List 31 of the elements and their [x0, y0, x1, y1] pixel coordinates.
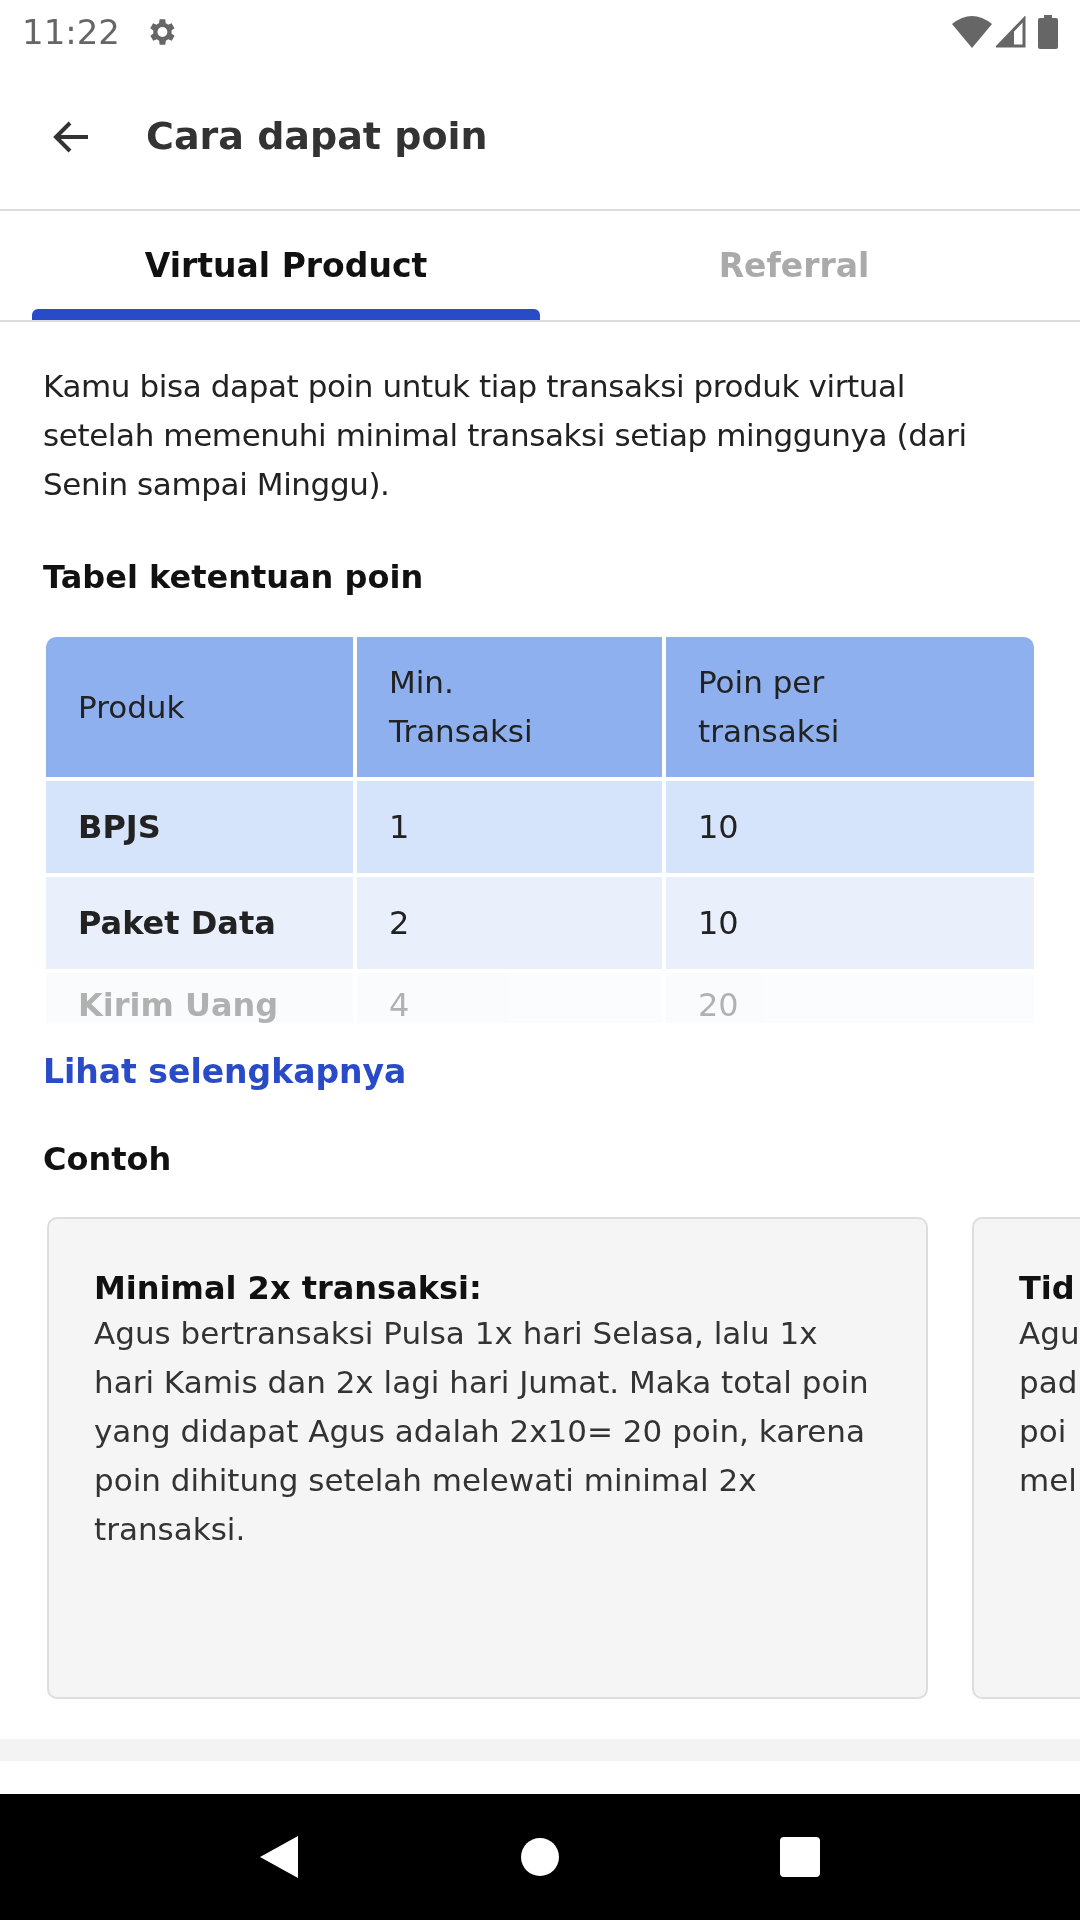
signal-icon: [996, 16, 1026, 48]
table-cell: 10: [666, 781, 1034, 873]
example-text: pad: [1019, 1362, 1079, 1402]
example-title: Tid: [1019, 1267, 1076, 1309]
back-triangle-icon[interactable]: [260, 1836, 300, 1878]
see-more-link[interactable]: Lihat selengkapnya: [43, 1047, 407, 1097]
battery-icon: [1038, 15, 1058, 49]
example-text: poi: [1019, 1411, 1068, 1451]
column-header: Poin per transaksi: [666, 637, 1034, 777]
home-circle-icon[interactable]: [520, 1837, 560, 1877]
example-text: Agus bertransaksi Pulsa 1x hari Selasa, lalu 1x hari Kamis dan 2x lagi hari Jumat. Maka total poin yang didapat Agus adalah 2x10= 20 poin, karena poin dihitung setelah melewati minimal 2x transaksi.: [94, 1313, 870, 1549]
table-cell: BPJS: [46, 781, 353, 873]
clock-time: 11:22: [22, 10, 120, 54]
example-title: Minimal 2x transaksi:: [94, 1267, 483, 1309]
wifi-icon: [952, 16, 992, 48]
table-cell: Paket Data: [46, 877, 353, 969]
section-heading: Contoh: [43, 1138, 173, 1180]
section-heading: Tabel ketentuan poin: [43, 557, 425, 598]
column-header: Min. Transaksi: [357, 637, 662, 777]
table-cell: 20: [666, 973, 1034, 1023]
table-cell: Kirim Uang: [46, 973, 353, 1023]
example-text: Agu: [1019, 1313, 1080, 1353]
table-cell: 1: [357, 781, 662, 873]
tab[interactable]: Virtual Product: [32, 211, 540, 320]
table-cell: 2: [357, 877, 662, 969]
table-cell: 4: [357, 973, 662, 1023]
table-cell: 10: [666, 877, 1034, 969]
page-title: Cara dapat poin: [146, 113, 488, 160]
intro-paragraph: Kamu bisa dapat poin untuk tiap transaksi produk virtual setelah memenuhi minimal transaksi setiap minggunya (dari Senin sampai Minggu).: [43, 367, 968, 504]
column-header: Produk: [46, 637, 353, 777]
example-text: mel: [1019, 1460, 1078, 1500]
